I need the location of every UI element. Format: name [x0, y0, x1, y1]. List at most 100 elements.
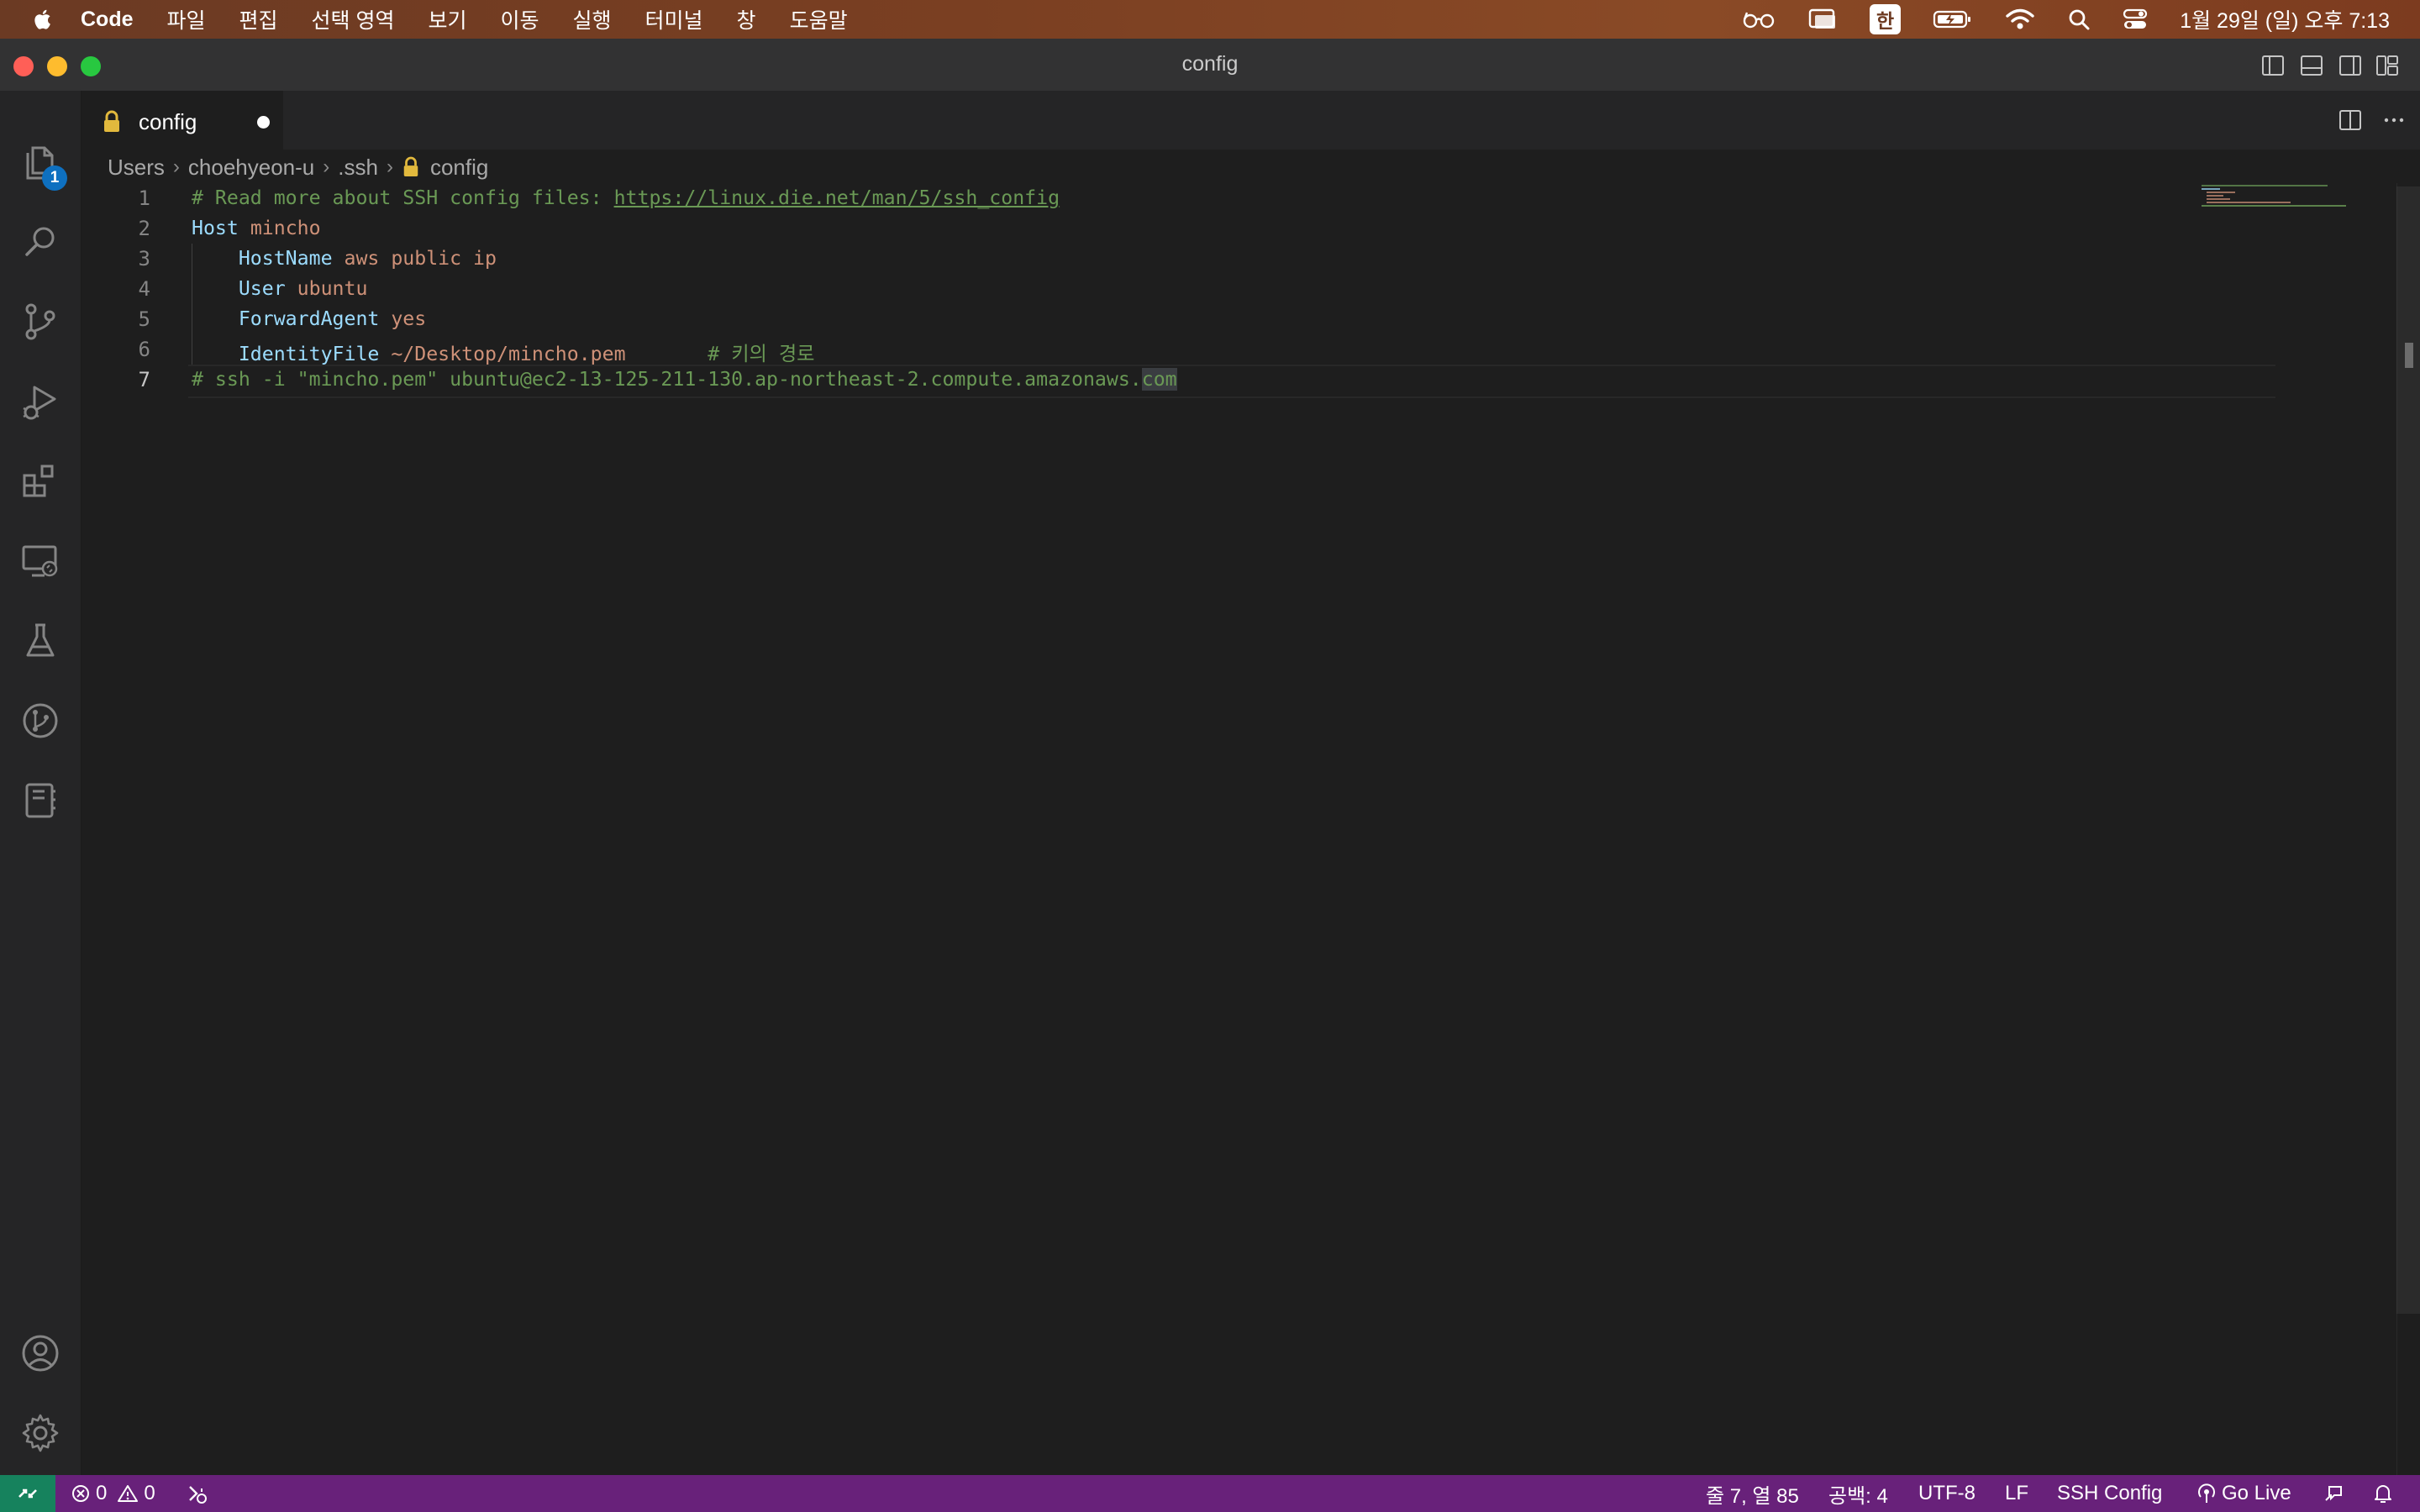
end-of-line-setting[interactable]: LF [2005, 1475, 2028, 1512]
toggle-primary-sidebar-icon[interactable] [2260, 54, 2286, 77]
activity-accounts[interactable] [0, 1320, 81, 1387]
code-editor[interactable]: 1 2 3 4 5 6 7 # Read more about SSH config fil… [82, 183, 2394, 1475]
menubar-clock[interactable]: 1월 29일 (일) 오후 7:13 [2180, 4, 2390, 34]
notifications-button[interactable] [2371, 1475, 2400, 1512]
code-line[interactable]: HostName aws public ip [192, 247, 497, 270]
activity-notebook[interactable] [0, 767, 81, 834]
battery-icon[interactable] [1933, 9, 1973, 29]
code-token: com [1141, 368, 1177, 391]
lock-icon [104, 110, 119, 132]
activity-source-control[interactable] [0, 288, 81, 355]
menu-window[interactable]: 창 [737, 4, 756, 34]
feedback-button[interactable] [2323, 1475, 2351, 1512]
go-live-label: Go Live [2222, 1482, 2291, 1504]
customize-layout-icon[interactable] [2375, 54, 2400, 77]
activity-testing[interactable] [0, 607, 81, 675]
tab-config[interactable]: config [82, 91, 283, 151]
more-actions-icon[interactable] [2381, 108, 2407, 133]
apple-menu-icon[interactable] [30, 7, 52, 32]
minimap[interactable] [2202, 183, 2395, 217]
problems-indicator[interactable]: 0 0 [71, 1475, 155, 1512]
language-mode[interactable]: SSH Config [2057, 1475, 2162, 1512]
menubar-status-area: 한 1월 29일 (일) 오후 7:13 [1710, 0, 2420, 39]
remote-explorer-icon [22, 545, 58, 577]
code-link[interactable]: https://linux.die.net/man/5/ssh_config [614, 186, 1060, 209]
code-token: ~/Desktop/mincho.pem [391, 343, 626, 365]
code-token: # Read more about SSH config files: [192, 186, 614, 209]
control-center-icon[interactable] [2123, 8, 2148, 31]
line-number: 1 [138, 186, 150, 210]
menu-selection[interactable]: 선택 영역 [312, 4, 395, 34]
live-share-button[interactable] [185, 1475, 215, 1512]
window-titlebar: config [0, 39, 2420, 92]
chevron-right-icon: › [172, 155, 180, 178]
code-token: # ssh -i "mincho.pem" ubuntu@ec2-13-125-… [192, 368, 1142, 391]
spotlight-search-icon[interactable] [2067, 8, 2091, 31]
menu-help[interactable]: 도움말 [790, 4, 848, 34]
app-menu-code[interactable]: Code [81, 8, 134, 32]
code-line[interactable]: User ubuntu [192, 277, 368, 300]
input-source-icon[interactable]: 한 [1870, 4, 1902, 34]
menu-edit[interactable]: 편집 [239, 4, 278, 34]
activity-extensions[interactable] [0, 448, 81, 515]
run-debug-icon [23, 386, 56, 420]
code-token: HostName [238, 247, 333, 270]
code-token: ubuntu [297, 277, 368, 300]
menu-view[interactable]: 보기 [428, 4, 466, 34]
menu-file[interactable]: 파일 [167, 4, 206, 34]
git-graph-icon [23, 703, 58, 738]
activity-search[interactable] [0, 208, 81, 276]
code-token: ForwardAgent [238, 307, 380, 330]
wifi-icon[interactable] [2005, 8, 2035, 31]
editor-tabs-bar: config [82, 91, 2420, 151]
line-number: 2 [138, 217, 150, 240]
macos-menubar: Code 파일 편집 선택 영역 보기 이동 실행 터미널 창 도움말 한 1월… [0, 0, 2420, 39]
code-line[interactable]: # Read more about SSH config files: http… [192, 186, 1060, 209]
chevron-right-icon: › [386, 155, 393, 178]
code-line[interactable]: ForwardAgent yes [192, 307, 426, 330]
go-live-button[interactable]: Go Live [2196, 1475, 2291, 1512]
split-editor-icon[interactable] [2338, 108, 2363, 133]
breadcrumb-item-config[interactable]: config [430, 155, 488, 181]
unsaved-dot-icon[interactable] [257, 116, 270, 129]
extensions-icon [23, 465, 54, 497]
indentation-setting[interactable]: 공백: 4 [1828, 1475, 1888, 1512]
window-title: config [1181, 52, 1239, 76]
breadcrumb-item-user-home[interactable]: choehyeon-u [188, 155, 314, 181]
remote-indicator-button[interactable] [0, 1475, 55, 1512]
code-token: IdentityFile [238, 343, 380, 365]
activity-remote-explorer[interactable] [0, 528, 81, 595]
warning-count: 0 [144, 1482, 155, 1504]
menu-go[interactable]: 이동 [501, 4, 539, 34]
scrollbar-cursor-marker [2405, 343, 2413, 368]
code-line[interactable]: Host mincho [192, 217, 321, 239]
menu-run[interactable]: 실행 [573, 4, 612, 34]
activity-explorer[interactable]: 1 [0, 129, 81, 196]
code-line[interactable]: # ssh -i "mincho.pem" ubuntu@ec2-13-125-… [192, 368, 1177, 391]
activity-git-graph[interactable] [0, 687, 81, 754]
breadcrumb-item-users[interactable]: Users [108, 155, 165, 181]
live-share-icon [189, 1486, 207, 1504]
toggle-panel-icon[interactable] [2299, 54, 2324, 77]
menu-terminal[interactable]: 터미널 [645, 4, 703, 34]
screen-mirroring-icon[interactable] [1807, 8, 1838, 31]
activity-manage[interactable] [0, 1399, 81, 1467]
activity-run-debug[interactable] [0, 368, 81, 435]
encoding-setting[interactable]: UTF-8 [1918, 1475, 1975, 1512]
line-number: 5 [138, 307, 150, 331]
breadcrumb-item-ssh[interactable]: .ssh [338, 155, 378, 181]
glasses-icon[interactable] [1742, 9, 1776, 29]
account-icon [22, 1335, 59, 1372]
source-control-icon [25, 303, 55, 340]
toggle-secondary-sidebar-icon[interactable] [2338, 54, 2363, 77]
warning-icon [118, 1485, 139, 1502]
lock-icon [403, 156, 418, 176]
testing-flask-icon [26, 623, 55, 657]
code-line[interactable]: IdentityFile ~/Desktop/mincho.pem # 키의 경… [192, 338, 815, 366]
remote-icon [18, 1488, 37, 1499]
cursor-position[interactable]: 줄 7, 열 85 [1706, 1475, 1799, 1512]
